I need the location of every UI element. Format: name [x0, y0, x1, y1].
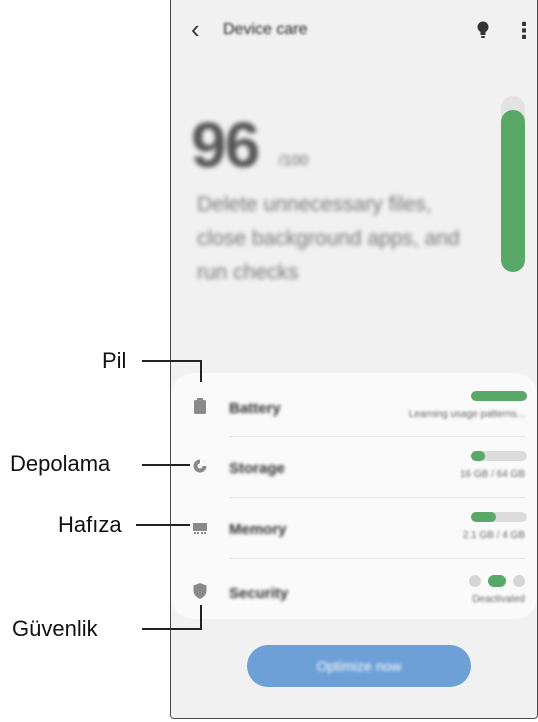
callout-leader-lines — [136, 360, 202, 630]
leader-line-security — [142, 605, 202, 630]
leader-line-battery — [142, 360, 202, 382]
